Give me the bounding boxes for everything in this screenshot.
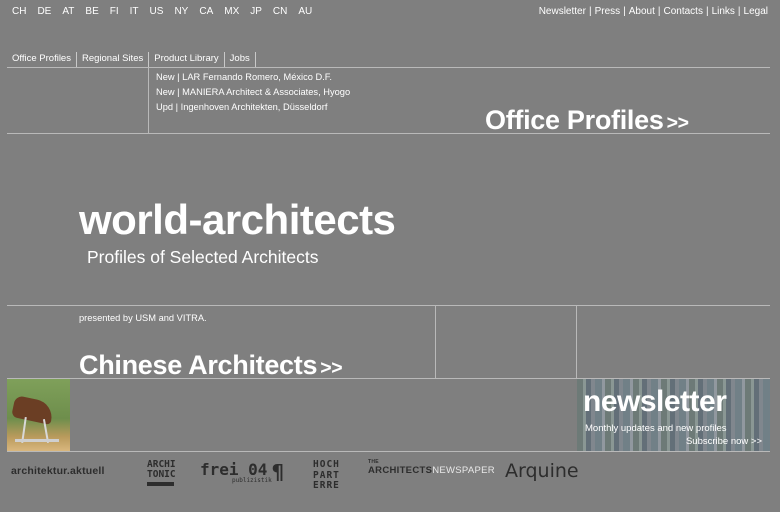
partner-logo-architektur-aktuell[interactable]: architektur.aktuell xyxy=(11,465,105,477)
newsletter-banner[interactable]: newsletter Monthly updates and new profi… xyxy=(577,379,770,451)
tab-product-library[interactable]: Product Library xyxy=(149,52,225,67)
link-separator: | xyxy=(705,6,709,17)
link-separator: | xyxy=(657,6,661,17)
divider-line xyxy=(7,67,770,68)
office-profiles-label: Office Profiles xyxy=(485,105,664,135)
update-item[interactable]: Upd | Ingenhoven Architekten, Düsseldorf xyxy=(156,100,350,115)
hochparterre-line: ERRE xyxy=(313,480,340,491)
link-separator: | xyxy=(737,6,741,17)
country-link-cn[interactable]: CN xyxy=(273,6,287,17)
partner-logo-architects-newspaper[interactable]: THE ARCHITECTSNEWSPAPER xyxy=(368,460,495,477)
country-link-ny[interactable]: NY xyxy=(174,6,188,17)
link-separator: | xyxy=(588,6,592,17)
contacts-link[interactable]: Contacts xyxy=(663,6,702,17)
newsletter-link[interactable]: Newsletter xyxy=(539,6,586,17)
legal-link[interactable]: Legal xyxy=(744,6,768,17)
tab-jobs[interactable]: Jobs xyxy=(225,52,256,67)
country-link-mx[interactable]: MX xyxy=(224,6,239,17)
country-link-us[interactable]: US xyxy=(150,6,164,17)
tab-regional-sites[interactable]: Regional Sites xyxy=(77,52,150,67)
architonic-line: TONIC xyxy=(147,469,176,480)
archnews-main: ARCHITECTS xyxy=(368,465,433,476)
office-profiles-link[interactable]: Office Profiles >> xyxy=(485,105,689,136)
partner-logo-arquine[interactable]: Arquine xyxy=(505,460,579,482)
country-link-it[interactable]: IT xyxy=(130,6,139,17)
divider-line xyxy=(148,67,149,133)
chair-base-shape xyxy=(15,439,59,442)
divider-line xyxy=(7,305,770,306)
country-link-jp[interactable]: JP xyxy=(250,6,262,17)
top-links: Newsletter | Press | About | Contacts | … xyxy=(539,6,768,17)
arrow-icon: >> xyxy=(666,112,689,134)
chinese-architects-label: Chinese Architects xyxy=(79,350,318,380)
divider-line xyxy=(435,305,436,379)
updates-list: New | LAR Fernando Romero, México D.F. N… xyxy=(156,70,350,115)
arrow-icon: >> xyxy=(320,357,343,379)
partner-logo-hochparterre[interactable]: HOCH PART ERRE xyxy=(313,459,340,492)
pilcrow-icon: ¶ xyxy=(272,460,285,484)
about-link[interactable]: About xyxy=(629,6,655,17)
country-link-de[interactable]: DE xyxy=(37,6,51,17)
partner-logo-frei04[interactable]: frei 04 publizistik ¶ xyxy=(200,460,284,484)
chair-seat-shape xyxy=(11,395,55,425)
presented-by-text: presented by USM and VITRA. xyxy=(79,313,207,323)
country-selector: CH DE AT BE FI IT US NY CA MX JP CN AU xyxy=(12,6,323,17)
tab-office-profiles[interactable]: Office Profiles xyxy=(7,52,77,67)
country-link-ca[interactable]: CA xyxy=(199,6,213,17)
country-link-au[interactable]: AU xyxy=(298,6,312,17)
archnews-paper: NEWSPAPER xyxy=(432,465,495,476)
site-subtitle: Profiles of Selected Architects xyxy=(87,247,319,267)
frei-small-text: publizistik xyxy=(232,477,272,484)
hochparterre-line: HOCH xyxy=(313,459,340,470)
link-separator: | xyxy=(623,6,626,17)
site-title[interactable]: world-architects xyxy=(79,196,396,244)
links-link[interactable]: Links xyxy=(712,6,735,17)
country-link-ch[interactable]: CH xyxy=(12,6,26,17)
divider-line xyxy=(576,305,577,379)
main-tabs: Office Profiles Regional Sites Product L… xyxy=(7,52,256,67)
subscribe-link[interactable]: Subscribe now >> xyxy=(686,436,762,447)
architonic-bar xyxy=(147,482,174,486)
chair-image[interactable] xyxy=(7,379,70,451)
chinese-architects-link[interactable]: Chinese Architects >> xyxy=(79,350,343,381)
country-link-at[interactable]: AT xyxy=(62,6,74,17)
newsletter-subtitle: Monthly updates and new profiles xyxy=(585,423,727,434)
country-link-fi[interactable]: FI xyxy=(110,6,119,17)
divider-line xyxy=(7,451,770,452)
country-link-be[interactable]: BE xyxy=(85,6,98,17)
press-link[interactable]: Press xyxy=(595,6,621,17)
update-item[interactable]: New | LAR Fernando Romero, México D.F. xyxy=(156,70,350,85)
update-item[interactable]: New | MANIERA Architect & Associates, Hy… xyxy=(156,85,350,100)
partner-logo-architonic[interactable]: ARCHI TONIC xyxy=(147,460,176,486)
newsletter-title: newsletter xyxy=(583,385,727,418)
